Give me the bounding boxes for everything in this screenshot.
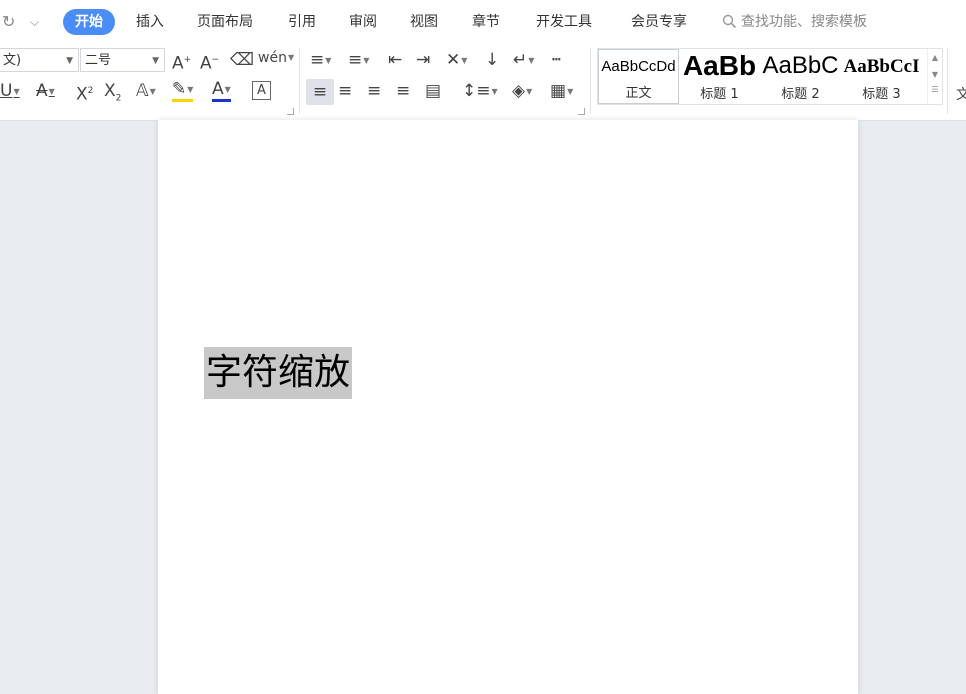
more-styles-icon[interactable]: ☰	[928, 85, 942, 94]
show-paragraph-marks-icon[interactable]: ↵▼	[513, 49, 534, 72]
edge-tool-glyph[interactable]: 文	[956, 84, 966, 106]
tab-page-layout[interactable]: 页面布局	[185, 9, 265, 35]
separator	[590, 48, 591, 114]
chevron-down-icon: ▼	[152, 56, 159, 66]
quick-access-dropdown-icon[interactable]: ⌵	[30, 15, 39, 30]
style-normal-label: 正文	[625, 86, 652, 101]
tab-references[interactable]: 引用	[276, 9, 328, 35]
search-icon	[722, 14, 737, 29]
style-heading-1[interactable]: AaBb 标题 1	[679, 49, 760, 104]
tab-member[interactable]: 会员专享	[619, 9, 699, 35]
style-heading-2-sample: AaBbC	[762, 52, 839, 79]
style-heading-3-sample: AaBbCcI	[843, 56, 920, 77]
font-size-value: 二号	[85, 53, 112, 68]
font-color-icon[interactable]: A▼	[212, 80, 231, 102]
bullet-list-icon[interactable]: ≡▼	[310, 49, 331, 72]
justify-icon[interactable]: ≡	[396, 80, 410, 102]
align-right-icon[interactable]: ≡	[367, 80, 381, 102]
line-spacing-icon[interactable]: ↕≡▼	[462, 80, 498, 103]
tab-chapter[interactable]: 章节	[460, 9, 512, 35]
align-left-icon[interactable]: ≡	[306, 79, 334, 105]
strikethrough-icon[interactable]: A▼	[36, 80, 55, 103]
tab-insert[interactable]: 插入	[124, 9, 176, 35]
document-page[interactable]: 字符缩放	[158, 120, 858, 694]
numbered-list-icon[interactable]: ≡▼	[348, 49, 369, 72]
font-name-value: 文)	[3, 53, 22, 68]
tab-view[interactable]: 视图	[398, 9, 450, 35]
distributed-align-icon[interactable]: ▤	[425, 80, 441, 102]
chevron-up-icon[interactable]: ▲	[928, 53, 942, 62]
decrease-indent-icon[interactable]: ⇤	[388, 49, 402, 71]
separator	[299, 48, 300, 114]
style-heading-1-label: 标题 1	[700, 87, 739, 102]
phonetic-guide-icon[interactable]: wén▼	[258, 47, 294, 69]
font-dialog-launcher[interactable]	[287, 108, 294, 115]
highlight-icon[interactable]: ✎▼	[172, 80, 194, 102]
subscript-icon[interactable]: X2	[104, 80, 121, 109]
chevron-down-icon[interactable]: ▼	[928, 70, 942, 79]
tab-developer-tools[interactable]: 开发工具	[524, 9, 604, 35]
style-gallery: AaBbCcDd 正文 AaBb 标题 1 AaBbC 标题 2 AaBbCcI…	[597, 48, 943, 105]
grow-font-icon[interactable]: A+	[172, 49, 191, 75]
menu-bar: ↻ ⌵ 开始 插入 页面布局 引用 审阅 视图 章节 开发工具 会员专享 查找功…	[0, 0, 966, 44]
style-normal-sample: AaBbCcDd	[601, 58, 676, 75]
align-center-icon[interactable]: ≡	[338, 80, 352, 102]
chevron-down-icon: ▼	[66, 56, 73, 66]
font-size-select[interactable]: 二号 ▼	[80, 48, 165, 72]
underline-icon[interactable]: U▼	[0, 80, 20, 103]
tab-review[interactable]: 审阅	[337, 9, 389, 35]
redo-icon[interactable]: ↻	[2, 12, 15, 31]
clear-format-icon[interactable]: ⌫	[230, 49, 254, 71]
style-heading-2[interactable]: AaBbC 标题 2	[760, 49, 841, 104]
separator	[947, 48, 948, 114]
shading-icon[interactable]: ◈▼	[512, 80, 532, 103]
borders-icon[interactable]: ▦▼	[550, 80, 573, 103]
character-border-icon[interactable]: A	[252, 81, 271, 100]
text-effect-icon[interactable]: 𝔸▼	[136, 80, 156, 103]
sort-icon[interactable]: ↓	[485, 49, 499, 71]
style-heading-3[interactable]: AaBbCcI 标题 3	[841, 49, 922, 104]
chinese-layout-icon[interactable]: ✕▼	[446, 49, 467, 72]
style-normal[interactable]: AaBbCcDd 正文	[598, 49, 679, 104]
selected-text[interactable]: 字符缩放	[204, 347, 353, 399]
increase-indent-icon[interactable]: ⇥	[416, 49, 430, 71]
superscript-icon[interactable]: X2	[76, 80, 93, 106]
shrink-font-icon[interactable]: A−	[200, 49, 219, 75]
search-label: 查找功能、搜索模板	[741, 14, 867, 30]
style-heading-2-label: 标题 2	[781, 87, 820, 102]
style-heading-3-label: 标题 3	[862, 87, 901, 102]
search-box[interactable]: 查找功能、搜索模板	[722, 9, 867, 35]
style-heading-1-sample: AaBb	[682, 50, 757, 81]
table-ruler-icon[interactable]: ┅	[552, 49, 560, 71]
font-name-select[interactable]: 文) ▼	[0, 48, 79, 72]
paragraph-dialog-launcher[interactable]	[578, 108, 585, 115]
gallery-scroll[interactable]: ▲ ▼ ☰	[927, 49, 942, 104]
tab-home[interactable]: 开始	[63, 9, 115, 35]
